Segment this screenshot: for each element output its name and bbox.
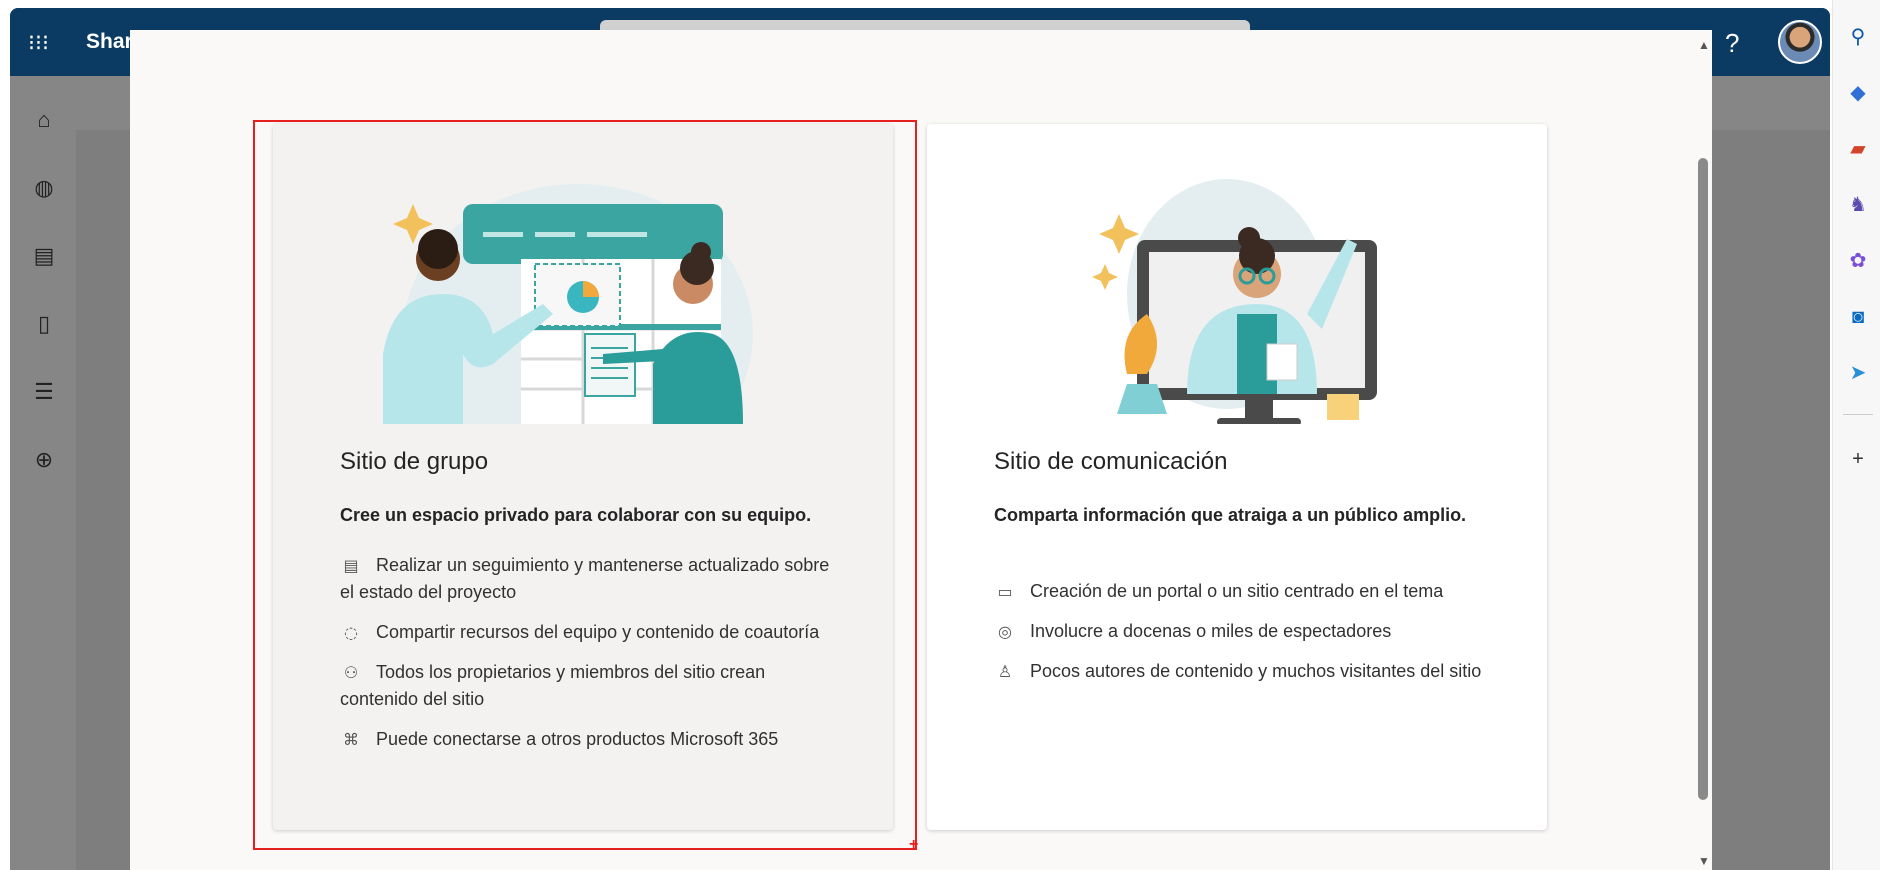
list-item: ♙ Pocos autores de contenido y muchos vis… xyxy=(994,658,1484,685)
globe-icon[interactable]: ◍ xyxy=(30,174,58,202)
feature-text: Puede conectarse a otros productos Micro… xyxy=(376,729,779,749)
feature-text: Involucre a docenas o miles de espectado… xyxy=(1030,621,1392,641)
scroll-down-icon[interactable]: ▼ xyxy=(1698,854,1710,868)
copilot-icon[interactable]: ✿ xyxy=(1845,248,1871,274)
list-item: ⌘ Puede conectarse a otros productos Micr… xyxy=(340,726,830,753)
feature-text: Pocos autores de contenido y muchos visi… xyxy=(1030,661,1482,681)
card-title: Sitio de grupo xyxy=(340,448,489,475)
communication-site-illustration xyxy=(1092,179,1377,424)
feature-list: ▤ Realizar un seguimiento y mantenerse ac… xyxy=(340,552,830,766)
communication-site-card[interactable]: Sitio de comunicación Comparta informaci… xyxy=(927,124,1547,830)
crosshair-cursor-icon: + xyxy=(909,836,919,853)
team-site-illustration xyxy=(383,184,753,424)
avatar[interactable] xyxy=(1778,20,1822,64)
list-icon[interactable]: ☰ xyxy=(30,378,58,406)
list-item: ▭ Creación de un portal o un sitio centra… xyxy=(994,578,1484,605)
add-circle-icon[interactable]: ⊕ xyxy=(30,446,58,474)
connect-icon: ⌘ xyxy=(343,730,359,749)
dialog-scrollbar[interactable]: ▲ ▼ xyxy=(1694,30,1712,870)
app-brand[interactable]: Shar xyxy=(86,30,133,54)
broadcast-icon: ◎ xyxy=(998,622,1012,641)
outlook-icon[interactable]: ◙ xyxy=(1845,304,1871,330)
help-icon[interactable]: ? xyxy=(1725,28,1739,59)
feature-list: ▭ Creación de un portal o un sitio centra… xyxy=(994,578,1484,698)
tag-icon[interactable]: ◆ xyxy=(1845,80,1871,106)
card-subtitle: Cree un espacio privado para colaborar c… xyxy=(340,505,812,525)
file-icon[interactable]: ▯ xyxy=(30,310,58,338)
list-item: ▤ Realizar un seguimiento y mantenerse ac… xyxy=(340,552,830,606)
clipboard-icon: ▤ xyxy=(343,556,359,575)
feature-text: Compartir recursos del equipo y contenid… xyxy=(376,622,820,642)
people-network-icon: ⚇ xyxy=(343,663,359,682)
home-icon[interactable]: ⌂ xyxy=(30,106,58,134)
feature-text: Creación de un portal o un sitio centrad… xyxy=(1030,581,1444,601)
send-icon[interactable]: ➤ xyxy=(1845,360,1871,386)
search-icon[interactable]: ⚲ xyxy=(1845,24,1871,50)
card-title: Sitio de comunicación xyxy=(994,448,1228,475)
site-type-dialog: ▲ ▼ Sitio de grupo Cree un espacio priva… xyxy=(130,30,1712,870)
edge-side-rail: ⚲ ◆ ▰ ♞ ✿ ◙ ➤ + xyxy=(1832,0,1880,870)
feature-text: Realizar un seguimiento y mantenerse act… xyxy=(340,555,830,602)
chess-icon[interactable]: ♞ xyxy=(1845,192,1871,218)
add-icon[interactable]: + xyxy=(1845,446,1871,472)
edge-divider xyxy=(1843,414,1873,415)
waffle-icon[interactable]: ⁝⁝⁝ xyxy=(28,30,54,56)
feature-text: Todos los propietarios y miembros del si… xyxy=(340,662,766,709)
list-item: ◌ Compartir recursos del equipo y conteni… xyxy=(340,619,830,646)
team-site-card[interactable]: Sitio de grupo Cree un espacio privado p… xyxy=(273,124,893,830)
scroll-thumb[interactable] xyxy=(1698,158,1708,800)
person-lock-icon: ♙ xyxy=(997,662,1013,681)
sync-icon: ◌ xyxy=(344,623,358,642)
list-item: ◎ Involucre a docenas o miles de espectad… xyxy=(994,618,1484,645)
list-item: ⚇ Todos los propietarios y miembros del s… xyxy=(340,659,830,713)
portal-edit-icon: ▭ xyxy=(997,582,1013,601)
card-subtitle: Comparta información que atraiga a un pú… xyxy=(994,505,1467,525)
scroll-up-icon[interactable]: ▲ xyxy=(1698,38,1710,52)
app-rail: ⌂ ◍ ▤ ▯ ☰ ⊕ xyxy=(10,76,75,870)
news-icon[interactable]: ▤ xyxy=(30,242,58,270)
toolbox-icon[interactable]: ▰ xyxy=(1845,136,1871,162)
